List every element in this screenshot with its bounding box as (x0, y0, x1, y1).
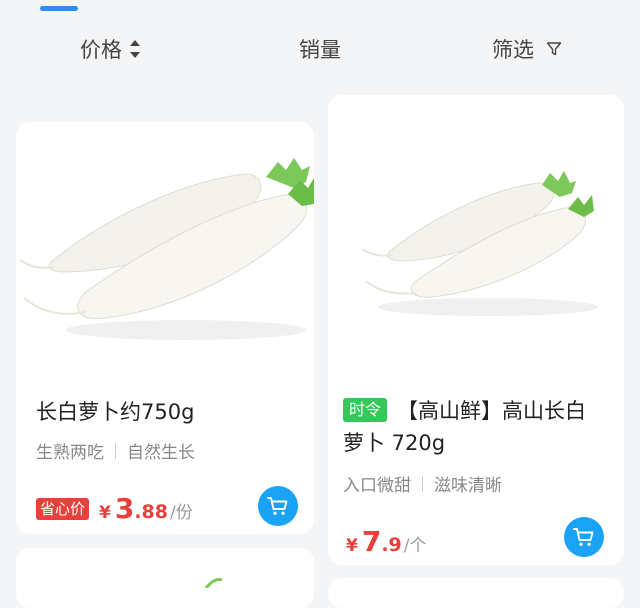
price-integer: 3 (114, 492, 135, 525)
price-row: ¥ 7 .9 /个 (346, 525, 427, 558)
sort-sales-label: 销量 (299, 38, 341, 62)
product-card[interactable] (16, 548, 314, 608)
currency-symbol: ¥ (346, 536, 358, 556)
price-unit: /份 (170, 503, 193, 523)
active-tab-indicator (40, 6, 78, 11)
sort-arrows-icon (130, 40, 140, 58)
seasonal-tag: 时令 (343, 398, 388, 422)
product-title[interactable]: 时令 【高山鲜】高山长白萝卜 720g (343, 395, 603, 459)
add-to-cart-button[interactable] (564, 517, 604, 557)
cart-icon (267, 497, 288, 515)
filter-label: 筛选 (492, 38, 534, 62)
product-title[interactable]: 长白萝卜约750g (36, 396, 306, 428)
product-feature: 自然生长 (127, 443, 195, 463)
divider (115, 442, 116, 459)
sort-price-label: 价格 (80, 38, 122, 62)
product-card[interactable]: 长白萝卜约750g 生熟两吃 自然生长 省心价 ¥ 3 .88 /份 (16, 122, 314, 534)
divider (422, 475, 423, 492)
value-price-badge: 省心价 (36, 497, 90, 520)
price-integer: 7 (361, 525, 382, 558)
sort-bar: 价格 销量 筛选 (0, 12, 640, 82)
product-description: 生熟两吃 自然生长 (36, 438, 195, 463)
sort-sales-button[interactable]: 销量 (299, 34, 341, 64)
product-image-radish (16, 122, 314, 360)
price-decimal: .9 (381, 534, 402, 556)
filter-icon (546, 42, 562, 56)
product-feature: 滋味清晰 (434, 476, 502, 496)
product-image-radish (328, 95, 624, 351)
cart-icon (573, 528, 594, 546)
product-card[interactable] (328, 578, 624, 608)
product-card[interactable]: 时令 【高山鲜】高山长白萝卜 720g 入口微甜 滋味清晰 ¥ 7 .9 /个 (328, 95, 624, 565)
product-feature: 生熟两吃 (36, 443, 104, 463)
price-decimal: .88 (134, 501, 169, 523)
add-to-cart-button[interactable] (258, 486, 298, 526)
product-image-partial (204, 578, 223, 588)
price-row: 省心价 ¥ 3 .88 /份 (36, 492, 193, 525)
product-feature: 入口微甜 (343, 476, 411, 496)
currency-symbol: ¥ (99, 503, 111, 523)
price-unit: /个 (403, 536, 427, 556)
filter-button[interactable]: 筛选 (492, 34, 562, 64)
product-description: 入口微甜 滋味清晰 (343, 471, 502, 496)
sort-price-button[interactable]: 价格 (80, 34, 140, 64)
